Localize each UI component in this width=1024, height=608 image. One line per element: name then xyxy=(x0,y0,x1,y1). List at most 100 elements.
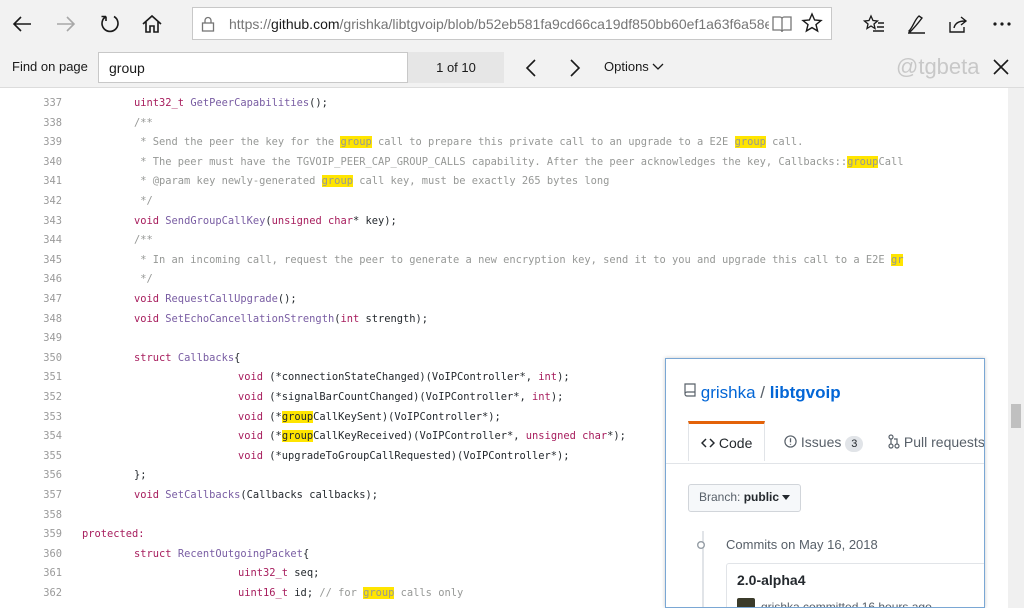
repo-name-link[interactable]: libtgvoip xyxy=(770,383,841,402)
repo-owner-link[interactable]: grishka xyxy=(701,383,756,402)
code-text: void SetCallbacks(Callbacks callbacks); xyxy=(134,489,379,501)
code-line: 344 /** xyxy=(0,231,1008,251)
code-text: void (*groupCallKeyReceived)(VoIPControl… xyxy=(238,430,626,443)
code-text: void (*connectionStateChanged)(VoIPContr… xyxy=(238,371,570,384)
share-button[interactable] xyxy=(940,6,976,42)
branch-name: public xyxy=(743,490,780,504)
tab-issues[interactable]: Issues 3 xyxy=(784,421,864,463)
code-line: 340 * The peer must have the TGVOIP_PEER… xyxy=(0,153,1008,173)
line-number[interactable]: 353 xyxy=(0,408,62,428)
branch-label: Branch: xyxy=(699,490,741,504)
favorite-star-icon[interactable] xyxy=(801,12,823,34)
line-number[interactable]: 342 xyxy=(0,192,62,212)
code-text: void RequestCallUpgrade(); xyxy=(134,293,297,305)
line-number[interactable]: 346 xyxy=(0,270,62,290)
forward-button[interactable] xyxy=(48,6,84,42)
more-button[interactable] xyxy=(984,6,1020,42)
commit-icon xyxy=(697,541,705,549)
line-number[interactable]: 347 xyxy=(0,290,62,310)
code-text: uint16_t id; // for group calls only xyxy=(238,587,464,599)
line-number[interactable]: 344 xyxy=(0,231,62,251)
share-icon xyxy=(949,16,968,33)
refresh-button[interactable] xyxy=(92,6,128,42)
url-text[interactable]: https://github.com/grishka/libtgvoip/blo… xyxy=(229,16,769,32)
code-line: 341 * @param key newly-generated group c… xyxy=(0,172,1008,192)
find-input[interactable]: group xyxy=(98,52,408,83)
code-text: uint32_t seq; xyxy=(238,567,320,580)
chevron-left-icon xyxy=(525,58,536,77)
code-text: uint32_t GetPeerCapabilities(); xyxy=(134,97,328,109)
commit-title-link[interactable]: 2.0-alpha4 xyxy=(737,572,805,588)
line-number[interactable]: 350 xyxy=(0,349,62,369)
line-number[interactable]: 339 xyxy=(0,133,62,153)
address-bar[interactable]: https://github.com/grishka/libtgvoip/blo… xyxy=(192,7,832,40)
line-number[interactable]: 357 xyxy=(0,486,62,506)
home-button[interactable] xyxy=(134,6,170,42)
line-number[interactable]: 361 xyxy=(0,564,62,584)
favorites-button[interactable] xyxy=(856,6,892,42)
line-number[interactable]: 352 xyxy=(0,388,62,408)
code-line: 347 void RequestCallUpgrade(); xyxy=(0,290,1008,310)
branch-select[interactable]: Branch: public xyxy=(688,484,802,512)
tab-code-label: Code xyxy=(718,435,753,451)
code-text: * @param key newly-generated group call … xyxy=(134,175,610,188)
url-prefix: https:// xyxy=(229,16,272,32)
code-text: struct RecentOutgoingPacket{ xyxy=(134,547,310,560)
code-line: 339 * Send the peer the key for the grou… xyxy=(0,133,1008,153)
web-note-button[interactable] xyxy=(898,6,934,42)
code-text: }; xyxy=(134,469,147,482)
line-number[interactable]: 338 xyxy=(0,114,62,134)
line-number[interactable]: 355 xyxy=(0,447,62,467)
code-text: void (*signalBarCountChanged)(VoIPContro… xyxy=(238,391,564,403)
line-number[interactable]: 337 xyxy=(0,94,62,114)
line-number[interactable]: 354 xyxy=(0,427,62,447)
back-arrow-icon xyxy=(12,16,31,32)
avatar[interactable] xyxy=(737,598,755,607)
line-number[interactable]: 349 xyxy=(0,329,62,349)
line-number[interactable]: 351 xyxy=(0,368,62,388)
line-number[interactable]: 341 xyxy=(0,172,62,192)
code-text: * Send the peer the key for the group ca… xyxy=(134,136,804,149)
find-count: 1 of 10 xyxy=(408,52,504,83)
watermark: @tgbeta xyxy=(896,54,980,79)
scrollbar-thumb[interactable] xyxy=(1011,404,1021,428)
code-icon xyxy=(700,438,716,448)
back-button[interactable] xyxy=(4,6,40,42)
line-number[interactable]: 359 xyxy=(0,525,62,545)
line-number[interactable]: 360 xyxy=(0,545,62,565)
line-number[interactable]: 348 xyxy=(0,310,62,330)
reading-view-icon[interactable] xyxy=(771,13,793,35)
home-icon xyxy=(142,14,162,33)
commit-item: 2.0-alpha4 grishka committed 16 hours ag… xyxy=(726,563,984,607)
tab-code[interactable]: Code xyxy=(688,421,766,461)
code-line: 343 void SendGroupCallKey(unsigned char* … xyxy=(0,212,1008,232)
tab-issues-label: Issues xyxy=(800,434,842,450)
issue-icon xyxy=(784,435,797,448)
page-scrollbar[interactable] xyxy=(1008,88,1024,608)
commits-date: Commits on May 16, 2018 xyxy=(726,537,878,552)
browser-toolbar: https://github.com/grishka/libtgvoip/blo… xyxy=(0,0,1024,48)
more-icon xyxy=(993,22,1011,26)
repo-preview-card: grishka / libtgvoip Code Issues 3 Pull r… xyxy=(665,358,985,608)
find-close-button[interactable] xyxy=(990,56,1012,83)
line-number[interactable]: 356 xyxy=(0,466,62,486)
find-next-button[interactable] xyxy=(558,52,590,83)
line-number[interactable]: 358 xyxy=(0,506,62,526)
chevron-down-icon xyxy=(652,63,664,70)
find-previous-button[interactable] xyxy=(516,52,548,83)
code-text: */ xyxy=(134,273,153,286)
code-text: */ xyxy=(134,195,153,207)
tab-pull-requests-label: Pull requests xyxy=(903,434,985,450)
line-number[interactable]: 343 xyxy=(0,212,62,232)
tab-pull-requests[interactable]: Pull requests xyxy=(888,421,985,463)
find-options-button[interactable]: Options xyxy=(604,59,664,74)
url-domain: github.com xyxy=(271,16,340,32)
repo-title: grishka / libtgvoip xyxy=(684,383,841,403)
code-text: void (*groupCallKeySent)(VoIPController*… xyxy=(238,410,501,423)
repo-separator: / xyxy=(760,383,766,402)
line-number[interactable]: 340 xyxy=(0,153,62,173)
line-number[interactable]: 362 xyxy=(0,584,62,604)
code-text: /** xyxy=(134,116,153,129)
line-number[interactable]: 345 xyxy=(0,251,62,271)
code-line: 342 */ xyxy=(0,192,1008,212)
